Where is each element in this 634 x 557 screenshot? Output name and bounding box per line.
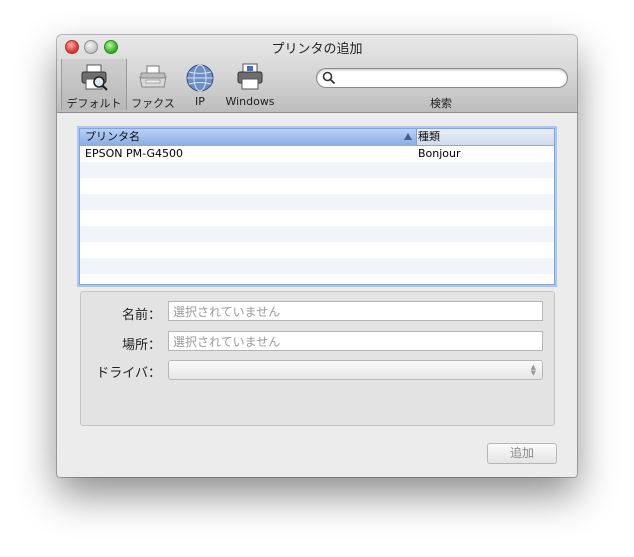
toolbar-fax-label: ファクス bbox=[131, 97, 175, 110]
location-label: 場所： bbox=[121, 338, 161, 353]
driver-popup[interactable]: ▲ ▼ bbox=[168, 360, 543, 380]
toolbar-ip[interactable]: IP bbox=[183, 59, 217, 110]
printer-name-cell: EPSON PM-G4500 bbox=[85, 147, 183, 160]
toolbar-default-label: デフォルト bbox=[66, 97, 122, 110]
column-header-kind[interactable]: 種類 bbox=[413, 129, 554, 145]
toolbar-default[interactable]: デフォルト bbox=[61, 59, 127, 110]
printer-list-table[interactable]: プリンタ名 種類 EPSON PM-G4500 Bonjour bbox=[79, 128, 555, 285]
window-title: プリンタの追加 bbox=[271, 42, 363, 57]
printer-kind-cell: Bonjour bbox=[418, 147, 461, 160]
empty-row bbox=[80, 226, 554, 242]
location-field[interactable]: 選択されていません bbox=[168, 331, 543, 351]
windows-printer-icon bbox=[237, 63, 263, 90]
driver-label: ドライバ： bbox=[96, 366, 161, 381]
search-field[interactable] bbox=[316, 68, 568, 88]
column-header-name-label: プリンタ名 bbox=[85, 130, 140, 143]
titlebar-toolbar: プリンタの追加 デフォルト ファクス IP Windows 検索 bbox=[57, 35, 577, 113]
printer-details-panel: 名前： 選択されていません 場所： 選択されていません ドライバ： ▲ ▼ bbox=[80, 291, 555, 426]
empty-row bbox=[80, 210, 554, 226]
empty-row bbox=[80, 178, 554, 194]
add-printer-window: プリンタの追加 デフォルト ファクス IP Windows 検索 プリンタ名 種… bbox=[57, 35, 577, 477]
toolbar-fax[interactable]: ファクス bbox=[127, 59, 179, 110]
empty-row bbox=[80, 162, 554, 178]
search-icon bbox=[322, 71, 336, 85]
toolbar-windows-label: Windows bbox=[225, 95, 275, 108]
search-label: 検索 bbox=[430, 97, 452, 110]
printer-magnifier-icon bbox=[81, 64, 108, 91]
name-label: 名前： bbox=[121, 308, 161, 323]
fax-icon bbox=[139, 65, 167, 88]
empty-row bbox=[80, 194, 554, 210]
search-input[interactable] bbox=[339, 70, 563, 87]
empty-row bbox=[80, 242, 554, 258]
toolbar-windows[interactable]: Windows bbox=[221, 59, 279, 110]
empty-row bbox=[80, 258, 554, 274]
updown-arrows-icon: ▲ ▼ bbox=[530, 363, 536, 377]
add-button[interactable]: 追加 bbox=[487, 443, 557, 464]
toolbar-ip-label: IP bbox=[195, 95, 205, 108]
table-row[interactable]: EPSON PM-G4500 Bonjour bbox=[80, 146, 554, 162]
column-header-name[interactable]: プリンタ名 bbox=[80, 129, 417, 145]
name-field[interactable]: 選択されていません bbox=[168, 301, 543, 321]
sort-ascending-icon bbox=[404, 133, 412, 140]
globe-icon bbox=[186, 64, 214, 92]
table-header: プリンタ名 種類 bbox=[80, 129, 554, 146]
